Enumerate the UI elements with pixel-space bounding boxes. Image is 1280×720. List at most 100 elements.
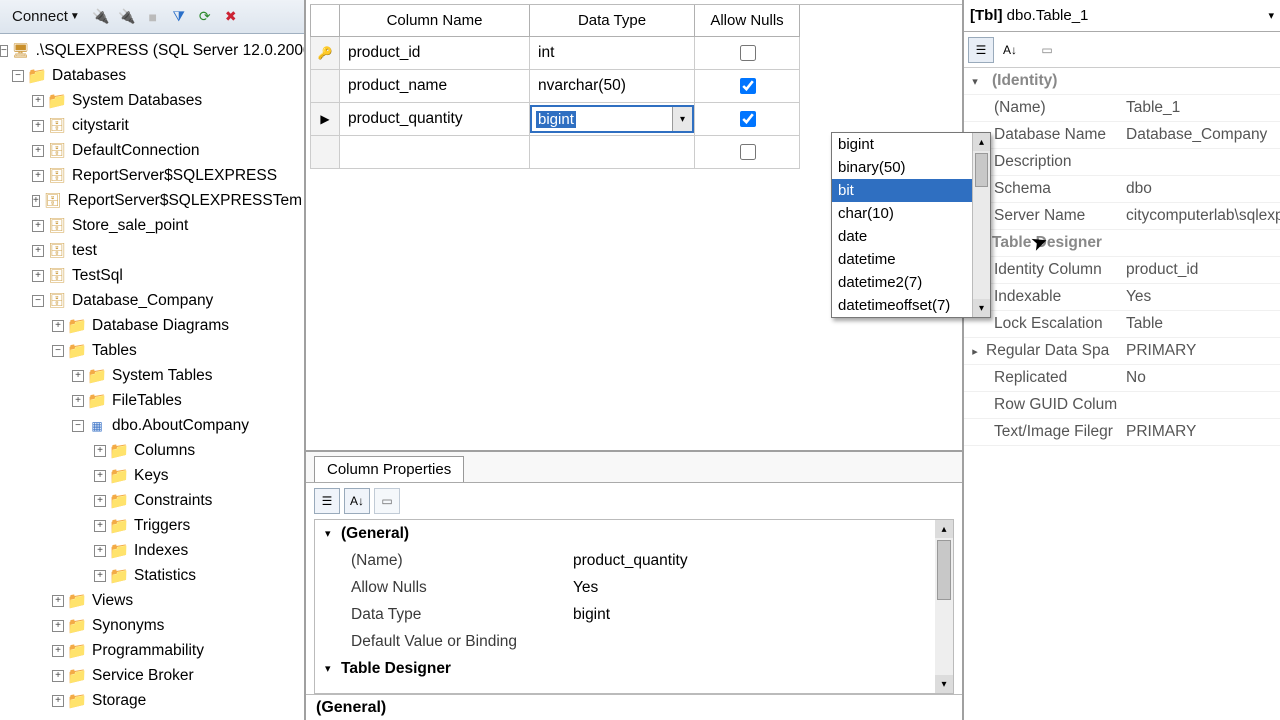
allow-nulls-checkbox[interactable] xyxy=(740,144,756,160)
property-pages-icon[interactable]: ▭ xyxy=(374,488,400,514)
header-allow-nulls[interactable]: Allow Nulls xyxy=(695,5,800,37)
scroll-up-icon[interactable]: ▴ xyxy=(973,133,990,151)
prop-value[interactable]: PRIMARY xyxy=(1126,423,1280,441)
cell-allow-nulls[interactable] xyxy=(695,136,800,169)
expand-icon[interactable]: + xyxy=(72,395,84,407)
prop-value[interactable]: Yes xyxy=(1126,288,1280,306)
cell-column-name[interactable]: product_id xyxy=(340,37,530,70)
expand-icon[interactable]: + xyxy=(32,170,44,182)
dropdown-scrollbar[interactable]: ▴ ▾ xyxy=(972,133,990,317)
collapse-icon[interactable]: − xyxy=(12,70,24,82)
dropdown-option[interactable]: datetimeoffset(7) xyxy=(832,294,990,317)
tree-item[interactable]: Tables xyxy=(90,342,139,360)
header-data-type[interactable]: Data Type xyxy=(530,5,695,37)
expand-icon[interactable]: + xyxy=(94,495,106,507)
tree-item[interactable]: Indexes xyxy=(132,542,190,560)
collapse-icon[interactable]: ▾ xyxy=(325,662,341,675)
tree-item[interactable]: Keys xyxy=(132,467,170,485)
prop-value[interactable]: citycomputerlab\sqlexpr xyxy=(1126,207,1280,225)
cell-data-type[interactable] xyxy=(530,136,695,169)
tree-item[interactable]: dbo.AboutCompany xyxy=(110,417,251,435)
expand-icon[interactable]: + xyxy=(94,520,106,532)
expand-icon[interactable]: + xyxy=(32,245,44,257)
categorized-icon[interactable]: ☰ xyxy=(968,37,994,63)
allow-nulls-checkbox[interactable] xyxy=(740,78,756,94)
connect-button[interactable]: Connect▼ xyxy=(6,7,86,26)
expand-icon[interactable]: + xyxy=(32,270,44,282)
data-type-dropdown[interactable]: bigintbinary(50)bitchar(10)datedatetimed… xyxy=(831,132,991,318)
expand-icon[interactable]: + xyxy=(52,620,64,632)
tree-item[interactable]: Triggers xyxy=(132,517,192,535)
prop-value[interactable]: Table_1 xyxy=(1126,99,1280,117)
tree-item[interactable]: Storage xyxy=(90,692,148,710)
column-properties-scrollbar[interactable]: ▴ ▾ xyxy=(935,520,953,693)
row-selector[interactable]: ▶ xyxy=(310,103,340,136)
cell-allow-nulls[interactable] xyxy=(695,70,800,103)
dropdown-button[interactable]: ▾ xyxy=(672,107,692,131)
expand-icon[interactable]: ▸ xyxy=(964,345,986,358)
category-table-designer[interactable]: Table Designer xyxy=(341,660,451,678)
dropdown-option[interactable]: datetime xyxy=(832,248,990,271)
tree-item[interactable]: Constraints xyxy=(132,492,214,510)
cell-data-type-editing[interactable]: bigint ▾ xyxy=(530,103,695,136)
category-general[interactable]: (General) xyxy=(341,525,409,543)
tree-item[interactable]: Service Broker xyxy=(90,667,196,685)
cell-allow-nulls[interactable] xyxy=(695,37,800,70)
expand-icon[interactable]: + xyxy=(94,570,106,582)
header-column-name[interactable]: Column Name xyxy=(340,5,530,37)
dropdown-option[interactable]: bit xyxy=(832,179,990,202)
expand-icon[interactable]: + xyxy=(32,195,40,207)
prop-value[interactable]: PRIMARY xyxy=(1126,342,1280,360)
cell-column-name[interactable] xyxy=(340,136,530,169)
expand-icon[interactable]: + xyxy=(32,120,44,132)
filter-icon[interactable]: ⧩ xyxy=(168,6,190,28)
prop-value[interactable]: product_quantity xyxy=(573,552,953,570)
dropdown-option[interactable]: binary(50) xyxy=(832,156,990,179)
tree-item[interactable]: System Databases xyxy=(70,92,204,110)
disconnect-icon[interactable]: 🔌 xyxy=(116,6,138,28)
server-node[interactable]: .\SQLEXPRESS (SQL Server 12.0.2000 - xyxy=(34,42,304,60)
data-type-combobox[interactable]: bigint ▾ xyxy=(530,105,694,133)
dropdown-option[interactable]: bigint xyxy=(832,133,990,156)
collapse-icon[interactable]: − xyxy=(32,295,44,307)
cell-allow-nulls[interactable] xyxy=(695,103,800,136)
column-properties-grid[interactable]: ▾(General) (Name)product_quantity Allow … xyxy=(314,519,954,694)
prop-value[interactable]: Table xyxy=(1126,315,1280,333)
expand-icon[interactable]: + xyxy=(94,545,106,557)
collapse-icon[interactable]: − xyxy=(72,420,84,432)
dropdown-option[interactable]: char(10) xyxy=(832,202,990,225)
scroll-down-icon[interactable]: ▾ xyxy=(973,299,990,317)
allow-nulls-checkbox[interactable] xyxy=(740,45,756,61)
tree-item[interactable]: Store_sale_point xyxy=(70,217,190,235)
dropdown-option[interactable]: date xyxy=(832,225,990,248)
collapse-icon[interactable]: − xyxy=(0,45,8,57)
expand-icon[interactable]: + xyxy=(32,220,44,232)
dropdown-option[interactable]: datetime2(7) xyxy=(832,271,990,294)
alphabetical-icon[interactable]: A↓ xyxy=(344,488,370,514)
prop-value[interactable]: dbo xyxy=(1126,180,1280,198)
tree-item[interactable]: ReportServer$SQLEXPRESS xyxy=(70,167,279,185)
cell-column-name[interactable]: product_name xyxy=(340,70,530,103)
scroll-thumb[interactable] xyxy=(937,540,951,600)
tree-item[interactable]: FileTables xyxy=(110,392,184,410)
categorized-icon[interactable]: ☰ xyxy=(314,488,340,514)
prop-value[interactable]: bigint xyxy=(573,606,953,624)
prop-value[interactable]: Yes xyxy=(573,579,953,597)
prop-value[interactable]: Database_Company xyxy=(1126,126,1280,144)
expand-icon[interactable]: + xyxy=(52,645,64,657)
row-selector[interactable] xyxy=(310,70,340,103)
tree-item[interactable]: test xyxy=(70,242,99,260)
prop-value[interactable]: product_id xyxy=(1126,261,1280,279)
stop-icon[interactable]: ■ xyxy=(142,6,164,28)
properties-grid[interactable]: ▾(Identity) (Name)Table_1 Database NameD… xyxy=(964,68,1280,720)
row-selector[interactable] xyxy=(310,136,340,169)
collapse-icon[interactable]: ▾ xyxy=(964,75,986,88)
cell-column-name[interactable]: product_quantity xyxy=(340,103,530,136)
tree-item[interactable]: System Tables xyxy=(110,367,215,385)
expand-icon[interactable]: + xyxy=(72,370,84,382)
tree-item[interactable]: ReportServer$SQLEXPRESSTem xyxy=(66,192,304,210)
expand-icon[interactable]: + xyxy=(52,595,64,607)
expand-icon[interactable]: + xyxy=(52,670,64,682)
tree-item[interactable]: Database_Company xyxy=(70,292,215,310)
scroll-up-icon[interactable]: ▴ xyxy=(935,520,953,538)
